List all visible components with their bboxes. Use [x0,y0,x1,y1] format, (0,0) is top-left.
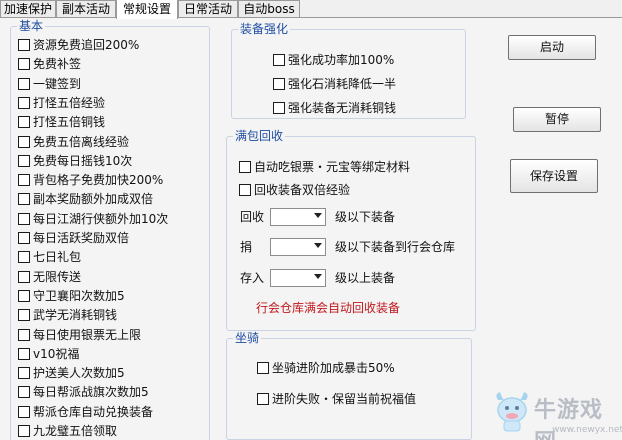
basic-option-checkbox[interactable]: 每日江湖行侠额外加10次 [18,211,168,227]
recycle-double-exp-checkbox[interactable]: 回收装备双倍经验 [239,182,350,198]
tab-daily-events[interactable]: 日常活动 [178,0,238,18]
basic-option-checkbox[interactable]: v10祝福 [18,346,79,362]
basic-option-checkbox[interactable]: 每日帮派战旗次数加5 [18,384,149,400]
guild-warehouse-note: 行会仓库满会自动回收装备 [256,301,401,315]
deposit-suffix: 级以上装备 [335,271,396,285]
basic-option-checkbox[interactable]: 每日活跃奖励双倍 [18,230,129,246]
general-settings-page: 基本 装备强化 强化成功率加100% 强化石消耗降低一半 强化装备无消耗铜钱 满… [0,18,622,440]
basic-option-checkbox[interactable]: 打怪五倍经验 [18,95,105,111]
mount-keep-blessing-checkbox[interactable]: 进阶失败・保留当前祝福值 [257,391,416,407]
checkbox-box[interactable] [18,347,30,360]
recycle-suffix: 级以下装备 [335,210,396,224]
chevron-down-icon [314,243,322,248]
equip-success-checkbox[interactable]: 强化成功率加100% [273,52,394,68]
equip-group-title: 装备强化 [238,22,291,36]
tab-general-settings[interactable]: 常规设置 [116,0,178,19]
basic-option-checkbox[interactable]: 护送美人次数加5 [18,365,125,381]
checkbox-box[interactable] [239,184,251,196]
donate-level-select[interactable] [270,238,326,256]
checkbox-box[interactable] [18,39,30,51]
pause-button[interactable]: 暂停 [513,107,601,132]
basic-option-checkbox[interactable]: 免费五倍离线经验 [18,134,129,150]
basic-option-checkbox[interactable]: 帮派仓库自动兑换装备 [18,404,153,420]
mount-crit-checkbox[interactable]: 坐骑进阶加成暴击50% [257,360,395,376]
checkbox-box[interactable] [18,405,30,418]
basic-option-checkbox[interactable]: 无限传送 [18,269,81,285]
basic-option-checkbox[interactable]: 守卫襄阳次数加5 [18,288,125,304]
tab-strip: 加速保护 副本活动 常规设置 日常活动 自动boss [0,0,622,19]
checkbox-box[interactable] [257,362,269,374]
checkbox-box[interactable] [18,154,30,167]
checkbox-box[interactable] [18,77,30,90]
checkbox-box[interactable] [273,78,285,90]
equip-stone-checkbox[interactable]: 强化石消耗降低一半 [273,76,396,92]
checkbox-box[interactable] [18,174,30,187]
basic-option-checkbox[interactable]: 九龙璧五倍领取 [18,423,117,439]
checkbox-box[interactable] [273,102,285,114]
basic-option-checkbox[interactable]: 资源免费追回200% [18,37,139,53]
chevron-down-icon [314,213,322,218]
tab-auto-boss[interactable]: 自动boss [238,0,300,18]
equip-copper-checkbox[interactable]: 强化装备无消耗铜钱 [273,100,396,116]
recycle-label: 回收 [240,210,265,224]
basic-option-checkbox[interactable]: 武学无消耗铜钱 [18,307,117,323]
deposit-label: 存入 [240,271,265,285]
checkbox-box[interactable] [18,193,30,206]
auto-eat-tickets-checkbox[interactable]: 自动吃银票・元宝等绑定材料 [239,159,410,175]
watermark-bull-icon [496,392,528,432]
checkbox-box[interactable] [18,367,30,380]
checkbox-box[interactable] [18,212,30,225]
checkbox-box[interactable] [18,232,30,244]
basic-option-checkbox[interactable]: 七日礼包 [18,249,81,265]
basic-option-checkbox[interactable]: 免费补签 [18,56,81,72]
checkbox-box[interactable] [18,96,30,109]
watermark-url: www.newyx.net [552,425,622,435]
recycle-group-title: 满包回收 [233,129,286,143]
start-button[interactable]: 启动 [508,35,596,60]
checkbox-box[interactable] [273,54,285,66]
checkbox-box[interactable] [18,289,30,302]
tab-dungeon-events[interactable]: 副本活动 [56,0,116,18]
basic-option-checkbox[interactable]: 背包格子免费加快200% [18,172,163,188]
checkbox-box[interactable] [18,270,30,283]
tab-speed-protect[interactable]: 加速保护 [0,0,56,18]
donate-label: 捐 [240,240,253,254]
checkbox-box[interactable] [18,116,30,129]
basic-option-checkbox[interactable]: 每日使用银票无上限 [18,327,141,343]
basic-option-checkbox[interactable]: 免费每日摇钱10次 [18,153,132,169]
chevron-down-icon [314,274,322,279]
basic-option-checkbox[interactable]: 一键签到 [18,76,81,92]
checkbox-box[interactable] [18,328,30,341]
checkbox-box[interactable] [18,425,30,437]
checkbox-box[interactable] [18,309,30,322]
checkbox-box[interactable] [18,386,30,399]
donate-suffix: 级以下装备到行会仓库 [335,240,456,254]
save-settings-button[interactable]: 保存设置 [510,159,598,193]
basic-group-title: 基本 [17,19,46,33]
mount-group-title: 坐骑 [233,331,262,345]
mount-group: 坐骑 [226,331,472,440]
basic-option-checkbox[interactable]: 打怪五倍铜钱 [18,114,105,130]
checkbox-box[interactable] [239,161,251,173]
checkbox-box[interactable] [18,251,30,264]
deposit-level-select[interactable] [270,269,326,287]
checkbox-box[interactable] [18,135,30,148]
recycle-level-select[interactable] [270,208,326,226]
checkbox-box[interactable] [257,393,269,405]
basic-option-checkbox[interactable]: 副本奖励额外加成双倍 [18,191,153,207]
checkbox-box[interactable] [18,58,30,71]
